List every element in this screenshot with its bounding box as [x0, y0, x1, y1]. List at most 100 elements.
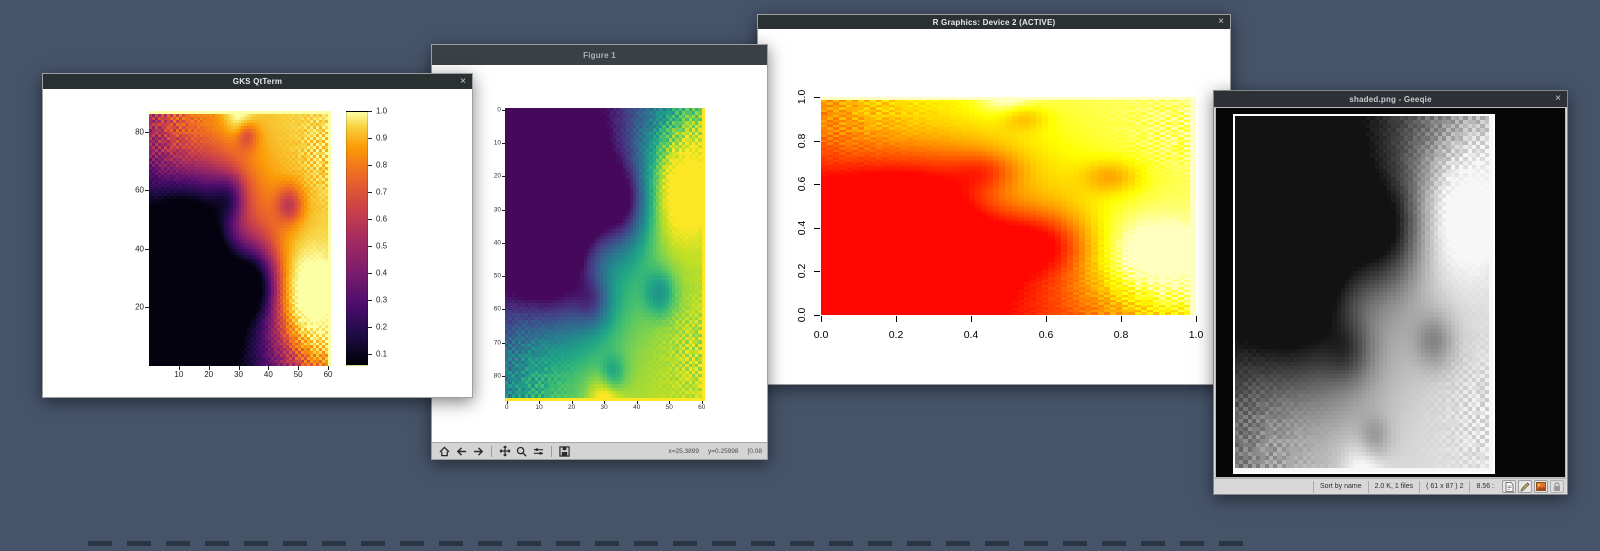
mpl-x-tick-mark — [507, 401, 508, 404]
figure1-window-title: Figure 1 — [583, 51, 616, 60]
mpl-x-tick-mark — [572, 401, 573, 404]
r-close-icon[interactable]: × — [1218, 17, 1224, 27]
back-icon[interactable] — [454, 444, 469, 458]
gks-titlebar[interactable]: GKS QtTerm × — [43, 74, 472, 89]
gks-colorbar-tick-mark — [368, 165, 372, 166]
gks-colorbar-tick-mark — [368, 111, 372, 112]
mpl-y-tick-label: 30 — [494, 206, 501, 213]
geeqie-image-area — [1215, 107, 1566, 478]
r-y-tick-label: 0.8 — [796, 133, 808, 148]
mpl-x-tick-mark — [539, 401, 540, 404]
geeqie-titlebar[interactable]: shaded.png - Geeqie × — [1214, 91, 1567, 107]
r-y-tick-label: 0.4 — [796, 220, 808, 235]
gks-x-tick-mark — [209, 366, 210, 370]
gks-x-tick-label: 30 — [234, 370, 243, 379]
matplotlib-toolbar: x=25.3899 y=0.25998 [0.08 — [432, 442, 767, 459]
gks-colorbar-tick-label: 0.6 — [376, 214, 387, 223]
gks-colorbar-tick-mark — [368, 246, 372, 247]
mpl-y-tick-mark — [502, 276, 505, 277]
mpl-y-tick-mark — [502, 143, 505, 144]
r-y-tick-mark — [814, 97, 820, 98]
gks-y-tick-mark — [145, 307, 149, 308]
mpl-y-tick-mark — [502, 210, 505, 211]
r-x-tick-mark — [1196, 316, 1197, 322]
mpl-x-tick-label: 40 — [633, 404, 640, 411]
window-r-graphics: R Graphics: Device 2 (ACTIVE) × 0.00.20.… — [757, 14, 1231, 385]
cursor-x-readout: x=25.3899 — [668, 448, 699, 455]
matplotlib-cursor-status: x=25.3899 y=0.25998 [0.08 — [668, 448, 762, 455]
mpl-y-tick-mark — [502, 376, 505, 377]
figure1-titlebar[interactable]: Figure 1 — [432, 45, 767, 65]
pencil-icon[interactable] — [1518, 480, 1532, 493]
zoom-icon[interactable] — [514, 444, 529, 458]
mpl-y-tick-mark — [502, 309, 505, 310]
mpl-y-tick-mark — [502, 343, 505, 344]
gks-y-tick-mark — [145, 190, 149, 191]
r-x-tick-label: 0.6 — [1039, 329, 1054, 341]
gks-colorbar-tick-mark — [368, 192, 372, 193]
gks-colorbar-tick-label: 0.3 — [376, 295, 387, 304]
r-y-tick-mark — [814, 141, 820, 142]
gks-colorbar-tick-label: 1.0 — [376, 107, 387, 116]
gks-colorbar-tick-label: 0.2 — [376, 322, 387, 331]
r-x-tick-mark — [1121, 316, 1122, 322]
pan-icon[interactable] — [497, 444, 512, 458]
geeqie-zoom-readout[interactable]: 8.56 : — [1469, 481, 1500, 493]
gks-y-tick-mark — [145, 249, 149, 250]
r-y-tick-mark — [814, 228, 820, 229]
r-x-tick-mark — [1046, 316, 1047, 322]
mpl-x-tick-label: 60 — [698, 404, 705, 411]
gks-close-icon[interactable]: × — [460, 77, 466, 87]
mpl-y-tick-label: 80 — [494, 373, 501, 380]
gks-colorbar-tick-mark — [368, 273, 372, 274]
gks-x-tick-label: 10 — [174, 370, 183, 379]
gks-y-tick-mark — [145, 132, 149, 133]
geeqie-sort-selector[interactable]: Sort by name — [1313, 481, 1368, 493]
mpl-x-tick-mark — [604, 401, 605, 404]
mpl-y-tick-mark — [502, 243, 505, 244]
gks-colorbar-tick-mark — [368, 300, 372, 301]
mpl-x-tick-label: 30 — [601, 404, 608, 411]
gks-y-tick-label: 20 — [135, 303, 144, 312]
gks-y-tick-label: 60 — [135, 186, 144, 195]
geeqie-image-dimensions: ( 61 x 87 ) 2 — [1419, 481, 1469, 493]
r-y-tick-label: 1.0 — [796, 90, 808, 105]
mpl-y-tick-label: 60 — [494, 306, 501, 313]
r-titlebar[interactable]: R Graphics: Device 2 (ACTIVE) × — [758, 15, 1230, 29]
mpl-y-tick-label: 20 — [494, 173, 501, 180]
mpl-y-tick-mark — [502, 110, 505, 111]
r-x-tick-mark — [896, 316, 897, 322]
gks-window-title: GKS QtTerm — [233, 77, 282, 86]
r-y-tick-label: 0.2 — [796, 264, 808, 279]
info-icon[interactable] — [1502, 480, 1516, 493]
gks-x-tick-mark — [179, 366, 180, 370]
gks-y-tick-label: 40 — [135, 244, 144, 253]
window-gks-qtterm: GKS QtTerm × 204060801020304050601.00.90… — [42, 73, 473, 398]
r-x-tick-mark — [821, 316, 822, 322]
geeqie-image-frame — [1233, 114, 1495, 474]
home-icon[interactable] — [437, 444, 452, 458]
r-x-tick-mark — [971, 316, 972, 322]
geeqie-close-icon[interactable]: × — [1555, 94, 1561, 104]
gks-x-tick-label: 50 — [294, 370, 303, 379]
toolbar-separator — [491, 446, 492, 457]
window-geeqie: shaded.png - Geeqie × Sort by name 2.0 K… — [1213, 90, 1568, 495]
cursor-value-readout: [0.08 — [748, 448, 762, 455]
save-icon[interactable] — [557, 444, 572, 458]
gks-x-tick-mark — [328, 366, 329, 370]
forward-icon[interactable] — [471, 444, 486, 458]
subplots-icon[interactable] — [531, 444, 546, 458]
geeqie-window-title: shaded.png - Geeqie — [1349, 95, 1431, 104]
image-icon[interactable] — [1534, 480, 1548, 493]
lock-icon[interactable] — [1550, 480, 1564, 493]
mpl-x-tick-label: 50 — [666, 404, 673, 411]
gks-colorbar-tick-mark — [368, 327, 372, 328]
gks-x-tick-label: 40 — [264, 370, 273, 379]
r-y-tick-label: 0.6 — [796, 177, 808, 192]
gks-colorbar-tick-label: 0.7 — [376, 187, 387, 196]
gks-x-tick-mark — [268, 366, 269, 370]
mpl-x-tick-label: 20 — [568, 404, 575, 411]
mpl-x-tick-mark — [637, 401, 638, 404]
matplotlib-heatmap-canvas[interactable] — [505, 108, 705, 401]
mpl-x-tick-label: 10 — [536, 404, 543, 411]
